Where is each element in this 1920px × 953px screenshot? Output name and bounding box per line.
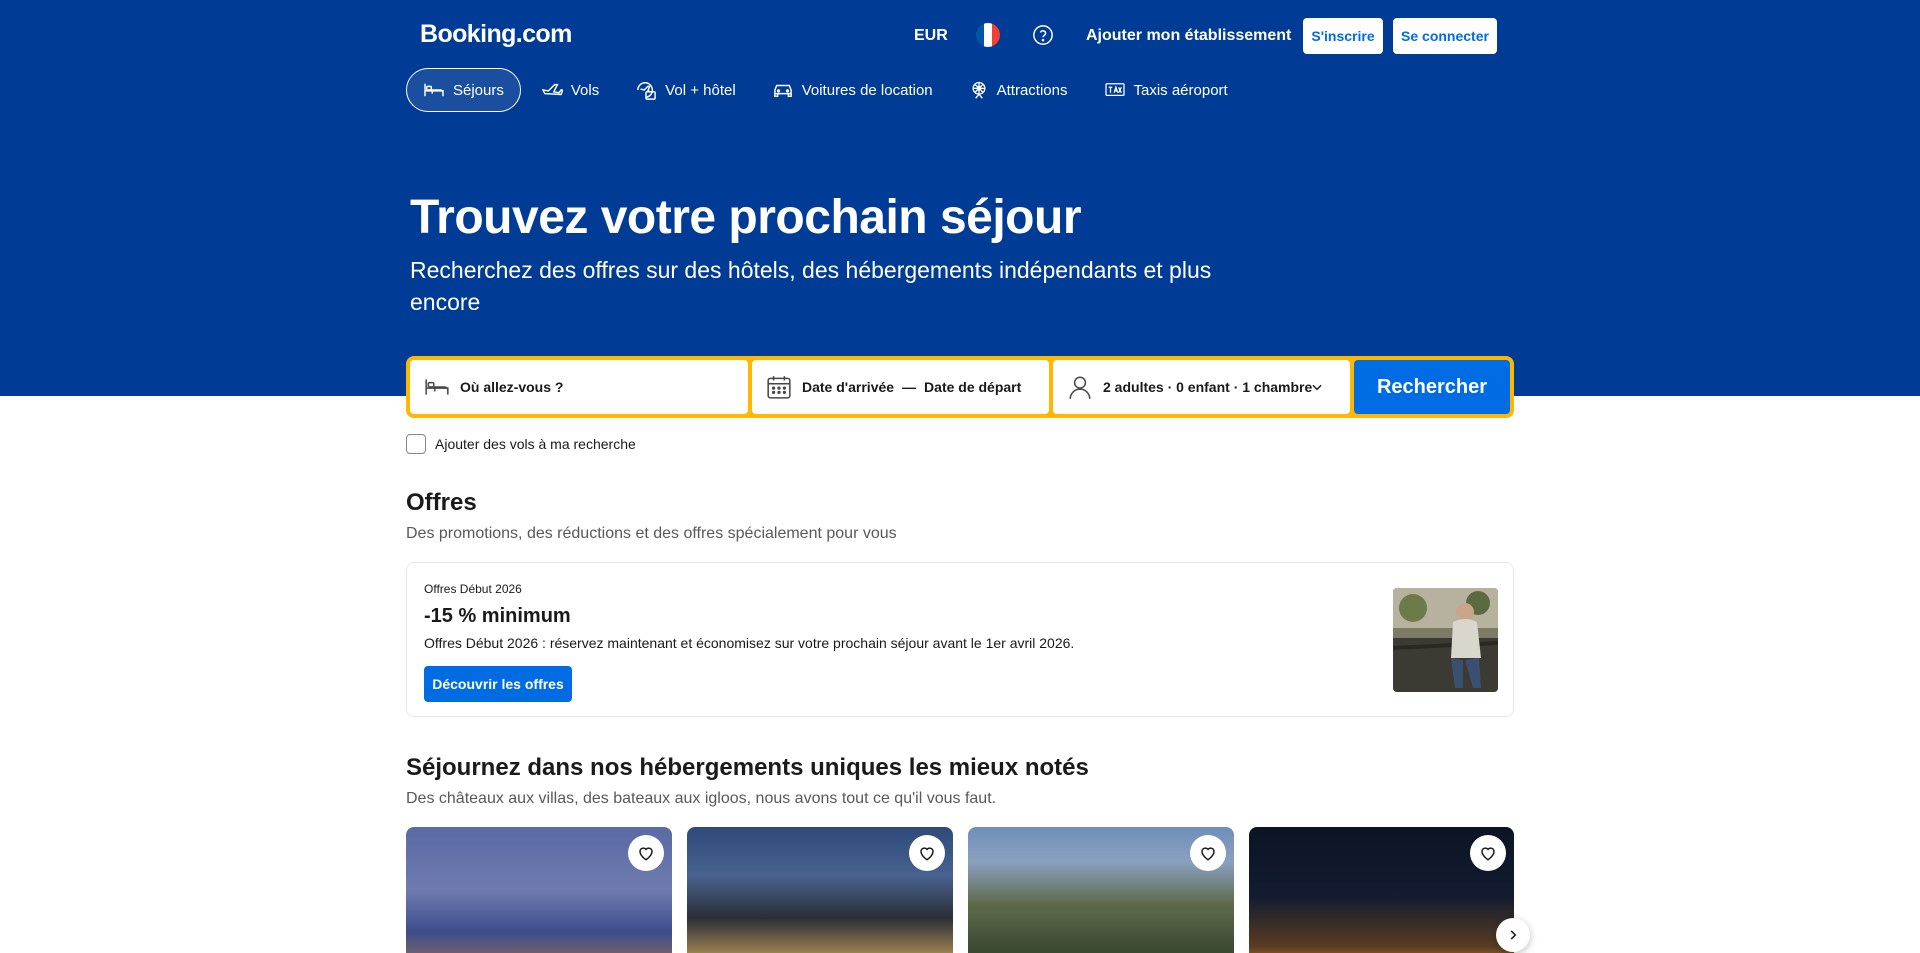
language-flag-icon[interactable] (976, 23, 1000, 47)
currency-selector[interactable]: EUR (914, 27, 948, 45)
signup-button[interactable]: S'inscrire (1303, 18, 1383, 54)
date-picker[interactable]: Date d'arrivée — Date de départ (752, 360, 1049, 414)
booking-logo[interactable]: Booking.com (420, 20, 572, 49)
tab-stays[interactable]: Séjours (406, 68, 521, 112)
person-icon (1069, 376, 1091, 399)
tab-label: Taxis aéroport (1133, 81, 1228, 99)
hero-title: Trouvez votre prochain séjour (410, 191, 1082, 244)
offer-kicker: Offres Début 2026 (424, 582, 522, 596)
tab-label: Vols (570, 81, 600, 99)
destination-input[interactable]: Où allez-vous ? (410, 360, 748, 414)
guests-selector[interactable]: 2 adultes · 0 enfant · 1 chambre (1053, 360, 1350, 414)
property-card[interactable] (406, 827, 672, 953)
add-flights-label: Ajouter des vols à ma recherche (435, 436, 636, 452)
add-flights-option[interactable]: Ajouter des vols à ma recherche (406, 434, 636, 454)
tab-label: Attractions (996, 81, 1068, 99)
help-icon[interactable] (1032, 24, 1054, 46)
product-nav: Séjours Vols Vol + hôtel Voitures de loc… (406, 68, 1248, 112)
tab-label: Voitures de location (801, 81, 933, 99)
heart-icon[interactable] (909, 835, 945, 871)
top-bar: Booking.com EUR Ajouter mon établissemen… (406, 14, 1498, 58)
tab-label: Séjours (453, 81, 504, 99)
taxi-icon (1104, 83, 1125, 97)
date-separator: — (902, 379, 917, 395)
checkin-label: Date d'arrivée (802, 379, 895, 395)
offer-headline: -15 % minimum (424, 605, 571, 627)
add-property-link[interactable]: Ajouter mon établissement (1086, 27, 1291, 45)
property-card[interactable] (687, 827, 953, 953)
offers-subtitle: Des promotions, des réductions et des of… (406, 525, 897, 542)
flight-hotel-icon (637, 82, 657, 100)
heart-icon[interactable] (1190, 835, 1226, 871)
tab-airport-taxi[interactable]: Taxis aéroport (1088, 68, 1244, 112)
bed-icon (424, 83, 444, 97)
carousel-next-button[interactable] (1496, 918, 1530, 952)
bed-icon (425, 379, 449, 395)
plane-icon (541, 83, 563, 96)
offers-heading: Offres (406, 489, 477, 516)
tab-label: Vol + hôtel (665, 81, 736, 99)
hero-subtitle: Recherchez des offres sur des hôtels, de… (410, 257, 1212, 315)
chevron-down-icon (1312, 384, 1322, 391)
heart-icon[interactable] (628, 835, 664, 871)
search-button[interactable]: Rechercher (1354, 360, 1510, 414)
unique-stays-subtitle: Des châteaux aux villas, des bateaux aux… (406, 790, 997, 807)
property-card[interactable] (968, 827, 1234, 953)
heart-icon[interactable] (1470, 835, 1506, 871)
tab-flight-hotel[interactable]: Vol + hôtel (619, 68, 751, 112)
offer-image (1393, 588, 1498, 692)
add-flights-checkbox[interactable] (406, 434, 426, 454)
tab-car-rental[interactable]: Voitures de location (756, 68, 949, 112)
tab-flights[interactable]: Vols (525, 68, 615, 112)
calendar-icon (767, 376, 791, 399)
unique-stays-heading: Séjournez dans nos hébergements uniques … (406, 754, 1089, 781)
attractions-icon (972, 81, 986, 99)
search-bar: Où allez-vous ? Date d'arrivée — Date de… (406, 356, 1514, 418)
chevron-right-icon (1510, 930, 1517, 940)
checkout-label: Date de départ (924, 379, 1022, 395)
car-icon (773, 84, 792, 98)
destination-placeholder: Où allez-vous ? (460, 379, 564, 395)
login-button[interactable]: Se connecter (1393, 18, 1497, 54)
offer-description: Offres Début 2026 : réservez maintenant … (424, 635, 1075, 651)
property-card[interactable] (1249, 827, 1514, 953)
discover-offers-button[interactable]: Découvrir les offres (424, 666, 572, 702)
tab-attractions[interactable]: Attractions (953, 68, 1084, 112)
offer-card: Offres Début 2026 -15 % minimum Offres D… (406, 562, 1514, 717)
guests-label: 2 adultes · 0 enfant · 1 chambre (1103, 379, 1313, 395)
